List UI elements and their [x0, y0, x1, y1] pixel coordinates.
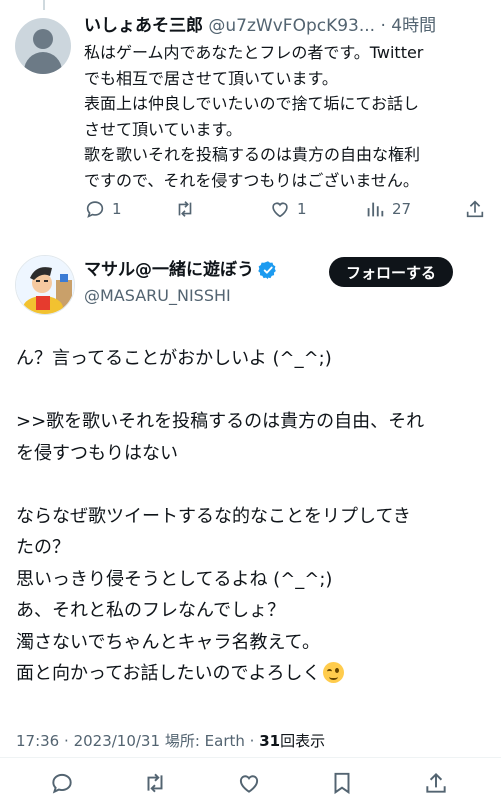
- tweet-time[interactable]: 17:36: [16, 732, 59, 750]
- tweet-date[interactable]: 2023/10/31: [74, 732, 160, 750]
- reply-line: 歌を歌いそれを投稿するのは貴方の自由な権利: [84, 145, 421, 164]
- author-name-row[interactable]: マサル@一緒に遊ぼう: [84, 257, 278, 283]
- tweet-meta: 17:36 · 2023/10/31 場所: Earth · 31回表示: [16, 732, 326, 750]
- reply-line: ですので、それを侵すつもりはございません。: [84, 170, 419, 190]
- view-label: 回表示: [280, 732, 326, 750]
- reply-author-name[interactable]: いしょあそ三郎: [84, 16, 203, 36]
- author-name[interactable]: マサル@一緒に遊ぼう: [84, 257, 254, 283]
- divider: [0, 757, 501, 758]
- reply-line: 私はゲーム内であなたとフレの者です。Twitter: [84, 43, 424, 62]
- views-icon: [367, 202, 384, 217]
- default-avatar[interactable]: [15, 18, 71, 74]
- reply-count: 1: [112, 200, 122, 218]
- tweet-line: [16, 375, 486, 407]
- like-count: 1: [297, 200, 307, 218]
- tweet-line: ならなぜ歌ツイートするな的なことをリプしてき: [16, 505, 411, 527]
- avatar-illustration: [16, 256, 74, 314]
- tweet-line: 面と向かってお話したいのでよろしく: [16, 658, 486, 690]
- tweet-text: ん？言ってることがおかしいよ (^_^;) >>歌を歌いそれを投稿するのは貴方の…: [16, 343, 486, 690]
- retweet-button[interactable]: [142, 770, 168, 796]
- tweet-actions: [0, 768, 501, 798]
- view-count: 27: [392, 200, 412, 218]
- bookmark-icon: [334, 772, 350, 795]
- author-handle[interactable]: @MASARU_NISSHI: [84, 283, 278, 309]
- verified-icon: [258, 261, 276, 280]
- tweet-line: を侵すつもりはない: [16, 442, 178, 464]
- wink-emoji: [322, 662, 344, 683]
- tweet-line-text: 面と向かってお話したいのでよろしく: [16, 663, 321, 684]
- share-icon: [426, 772, 446, 793]
- tweet-line: たの？: [16, 537, 70, 558]
- share-button[interactable]: [464, 198, 486, 220]
- reply-line: 表面上は仲良しでいたいので捨て垢にてお話し: [84, 94, 420, 113]
- share-button[interactable]: [423, 770, 449, 796]
- location-label: 場所:: [164, 732, 200, 750]
- reply-time[interactable]: 4時間: [391, 16, 436, 36]
- reply-icon: [86, 201, 104, 218]
- reply-text: 私はゲーム内であなたとフレの者です。Twitter でも相互で居させて頂いていま…: [84, 40, 489, 193]
- retweet-icon: [178, 201, 192, 217]
- reply-line: でも相互で居させて頂いています。: [84, 68, 338, 88]
- retweet-button[interactable]: [174, 198, 196, 220]
- reply-tweet[interactable]: いしょあそ三郎 @u7zWvFOpcK93... · 4時間 私はゲーム内であな…: [0, 0, 501, 240]
- tweet-view-count: 31: [259, 732, 281, 750]
- retweet-icon: [147, 773, 163, 793]
- like-button[interactable]: 1: [269, 198, 307, 220]
- tweet-line: [16, 469, 486, 501]
- tweet-location: Earth: [204, 732, 245, 750]
- user-block: マサル@一緒に遊ぼう @MASARU_NISSHI: [84, 257, 278, 309]
- tweet-line: >>歌を歌いそれを投稿するのは貴方の自由、それ: [16, 411, 425, 432]
- tweet-line: 濁さないでちゃんとキャラ名教えて。: [16, 631, 321, 653]
- reply-line: させて頂いています。: [84, 119, 242, 139]
- reply-icon: [52, 773, 72, 794]
- tweet-line: ん？言ってることがおかしいよ (^_^;): [16, 348, 332, 369]
- like-icon: [272, 202, 288, 218]
- reply-author-handle[interactable]: @u7zWvFOpcK93...: [208, 16, 375, 36]
- tweet-line: あ、それと私のフレなんでしょ？: [16, 600, 286, 621]
- follow-button[interactable]: フォローする: [329, 257, 453, 287]
- views-button[interactable]: 27: [364, 198, 411, 220]
- bookmark-button[interactable]: [329, 770, 355, 796]
- like-button[interactable]: [236, 770, 262, 796]
- share-icon: [466, 200, 484, 218]
- like-icon: [239, 775, 259, 793]
- reply-button[interactable]: [49, 770, 75, 796]
- user-avatar[interactable]: [15, 255, 75, 315]
- reply-header: いしょあそ三郎 @u7zWvFOpcK93... · 4時間: [84, 16, 437, 36]
- reply-button[interactable]: 1: [84, 198, 122, 220]
- reply-actions: 1 1 27: [84, 198, 489, 224]
- tweet-line: 思いっきり侵そうとしてるよね (^_^;): [16, 568, 333, 590]
